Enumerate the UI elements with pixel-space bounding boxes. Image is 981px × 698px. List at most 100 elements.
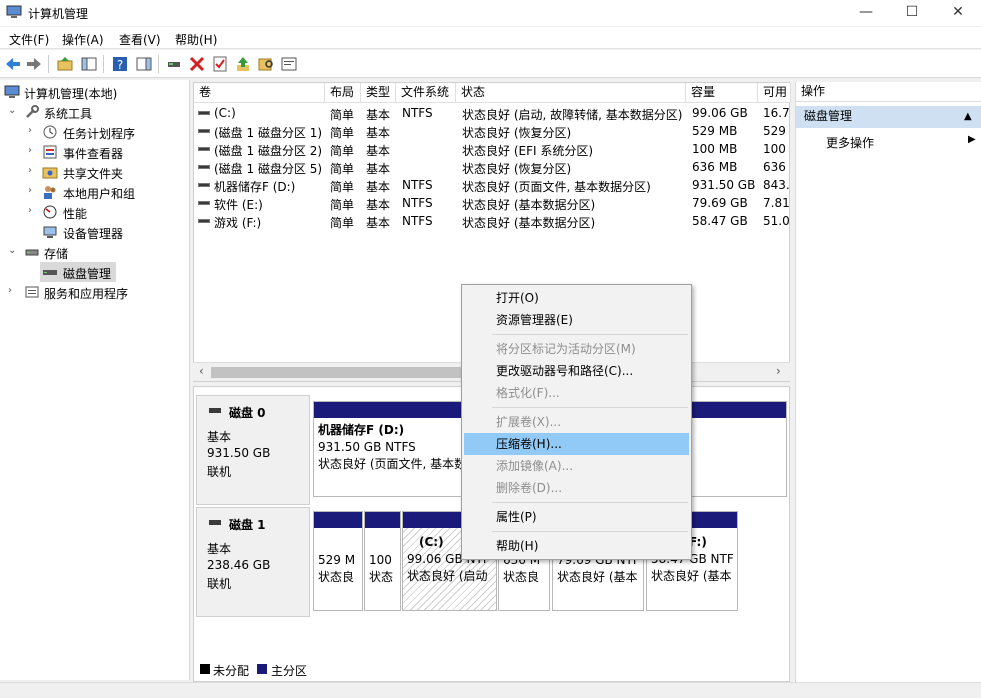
- column-header-volume[interactable]: 卷: [194, 83, 325, 103]
- chevron-right-icon[interactable]: ›: [28, 145, 38, 156]
- volume-icon: [198, 165, 210, 169]
- partition-size: 100: [369, 553, 392, 567]
- chevron-right-icon[interactable]: ›: [8, 285, 18, 296]
- disk-name: 磁盘 1: [229, 518, 266, 532]
- table-row[interactable]: (磁盘 1 磁盘分区 2) 简单 基本 状态良好 (EFI 系统分区) 100 MB 10…: [194, 140, 789, 158]
- actions-disk-management[interactable]: 磁盘管理 ▲: [796, 106, 981, 128]
- forward-arrow-icon[interactable]: [25, 55, 43, 73]
- cell-volume: (磁盘 1 磁盘分区 1): [214, 126, 323, 140]
- computer-management-icon: [6, 5, 22, 18]
- menu-properties[interactable]: 属性(P): [464, 506, 689, 528]
- menu-view[interactable]: 查看(V): [119, 31, 161, 48]
- tree-item-device-manager[interactable]: 设备管理器: [0, 222, 190, 242]
- menu-shrink-volume[interactable]: 压缩卷(H)...: [464, 433, 689, 455]
- menu-add-mirror[interactable]: 添加镜像(A)...: [464, 455, 689, 477]
- tree-item-task-scheduler[interactable]: › 任务计划程序: [0, 122, 190, 142]
- menu-change-drive-letter[interactable]: 更改驱动器号和路径(C)...: [464, 360, 689, 382]
- legend: 未分配 主分区: [193, 660, 790, 682]
- table-row[interactable]: (磁盘 1 磁盘分区 5) 简单 基本 状态良好 (恢复分区) 636 MB 636: [194, 158, 789, 176]
- tree-label: 系统工具: [44, 107, 93, 121]
- menu-mark-active[interactable]: 将分区标记为活动分区(M): [464, 338, 689, 360]
- table-row[interactable]: (磁盘 1 磁盘分区 1) 简单 基本 状态良好 (恢复分区) 529 MB 529: [194, 122, 789, 140]
- tree-item-storage[interactable]: ⌄ 存储: [0, 242, 190, 262]
- menu-file[interactable]: 文件(F): [9, 31, 49, 48]
- partition-recovery-1[interactable]: 529 M 状态良: [313, 511, 363, 611]
- disk-state: 联机: [207, 465, 232, 479]
- menu-extend-volume[interactable]: 扩展卷(X)...: [464, 411, 689, 433]
- maximize-button[interactable]: ☐: [889, 0, 935, 26]
- disk-size: 238.46 GB: [207, 558, 271, 572]
- scroll-right-icon[interactable]: ›: [776, 364, 781, 378]
- primary-swatch: [257, 664, 267, 674]
- primary-partition-bar: [314, 512, 362, 528]
- cell-filesystem: NTFS: [402, 178, 433, 192]
- up-arrow-icon[interactable]: [234, 55, 252, 73]
- cell-volume: (磁盘 1 磁盘分区 2): [214, 144, 323, 158]
- column-header-type[interactable]: 类型: [361, 83, 396, 103]
- tree-item-root[interactable]: 计算机管理(本地): [0, 82, 190, 102]
- table-row[interactable]: 游戏 (F:) 简单 基本 NTFS 状态良好 (基本数据分区) 58.47 GB 51.0: [194, 212, 790, 230]
- close-button[interactable]: ✕: [935, 0, 981, 26]
- help-icon[interactable]: ?: [111, 55, 129, 73]
- status-bar: [0, 682, 981, 698]
- table-row[interactable]: 机器储存F (D:) 简单 基本 NTFS 状态良好 (页面文件, 基本数据分区) 931…: [194, 176, 790, 194]
- chevron-right-icon[interactable]: ›: [28, 125, 38, 136]
- menu-open[interactable]: 打开(O): [464, 287, 689, 309]
- disk-1-info[interactable]: 磁盘 1 基本 238.46 GB 联机: [196, 507, 310, 617]
- up-folder-icon[interactable]: [56, 55, 74, 73]
- tree-item-event-viewer[interactable]: › 事件查看器: [0, 142, 190, 162]
- primary-partition-bar: [365, 512, 400, 528]
- minimize-button[interactable]: —: [843, 0, 889, 26]
- search-folder-icon[interactable]: [257, 55, 275, 73]
- column-header-filesystem[interactable]: 文件系统: [396, 83, 456, 103]
- chevron-down-icon[interactable]: ⌄: [8, 245, 18, 256]
- properties-check-icon[interactable]: [211, 55, 229, 73]
- menu-delete-volume[interactable]: 删除卷(D)...: [464, 477, 689, 499]
- tree-item-system-tools[interactable]: ⌄ 系统工具: [0, 102, 190, 122]
- chevron-right-icon[interactable]: ›: [28, 165, 38, 176]
- show-action-pane-icon[interactable]: [135, 55, 153, 73]
- tree-item-local-users[interactable]: › 本地用户和组: [0, 182, 190, 202]
- tree-item-services[interactable]: › 服务和应用程序: [0, 282, 190, 302]
- delete-icon[interactable]: [188, 55, 206, 73]
- tree-item-performance[interactable]: › 性能: [0, 202, 190, 222]
- tree-item-shared-folders[interactable]: › 共享文件夹: [0, 162, 190, 182]
- cell-status: 状态良好 (基本数据分区): [462, 216, 596, 230]
- more-actions-link[interactable]: 更多操作: [826, 134, 874, 151]
- partition-size: 529 M: [318, 553, 356, 567]
- chevron-right-icon[interactable]: ›: [28, 205, 38, 216]
- column-header-layout[interactable]: 布局: [325, 83, 361, 103]
- tools-icon: [26, 105, 39, 118]
- menu-explore[interactable]: 资源管理器(E): [464, 309, 689, 331]
- menu-format[interactable]: 格式化(F)...: [464, 382, 689, 404]
- scroll-left-icon[interactable]: ‹: [199, 364, 204, 378]
- cell-layout: 简单: [330, 216, 355, 230]
- column-header-status[interactable]: 状态: [456, 83, 686, 103]
- back-arrow-icon[interactable]: [4, 55, 22, 73]
- menu-help[interactable]: 帮助(H): [464, 535, 689, 557]
- partition-efi[interactable]: 100 状态: [364, 511, 401, 611]
- submenu-arrow-icon: ▶: [968, 134, 976, 145]
- column-header-free[interactable]: 可用: [758, 83, 791, 103]
- table-row[interactable]: 软件 (E:) 简单 基本 NTFS 状态良好 (基本数据分区) 79.69 GB 7.81: [194, 194, 790, 212]
- chevron-down-icon[interactable]: ⌄: [8, 105, 18, 116]
- tree-label: 共享文件夹: [63, 167, 124, 181]
- settings-window-icon[interactable]: [280, 55, 298, 73]
- scroll-thumb[interactable]: [211, 367, 461, 378]
- menu-action[interactable]: 操作(A): [62, 31, 104, 48]
- cell-type: 基本: [366, 108, 391, 122]
- table-row[interactable]: (C:) 简单 基本 NTFS 状态良好 (启动, 故障转储, 基本数据分区) 99.06…: [194, 104, 790, 122]
- cell-status: 状态良好 (启动, 故障转储, 基本数据分区): [462, 108, 683, 122]
- collapse-up-icon[interactable]: ▲: [964, 106, 972, 127]
- volume-icon: [198, 129, 210, 133]
- partition-status: 状态: [369, 570, 394, 584]
- menu-help[interactable]: 帮助(H): [175, 31, 217, 48]
- connect-disk-icon[interactable]: [165, 55, 183, 73]
- actions-pane: 操作 磁盘管理 ▲ 更多操作 ▶: [795, 82, 981, 682]
- tree-item-disk-management[interactable]: 磁盘管理: [40, 262, 116, 282]
- chevron-right-icon[interactable]: ›: [28, 185, 38, 196]
- show-hide-tree-icon[interactable]: [80, 55, 98, 73]
- menu-bar: 文件(F) 操作(A) 查看(V) 帮助(H): [0, 27, 981, 49]
- column-header-capacity[interactable]: 容量: [686, 83, 758, 103]
- disk-0-info[interactable]: 磁盘 0 基本 931.50 GB 联机: [196, 395, 310, 505]
